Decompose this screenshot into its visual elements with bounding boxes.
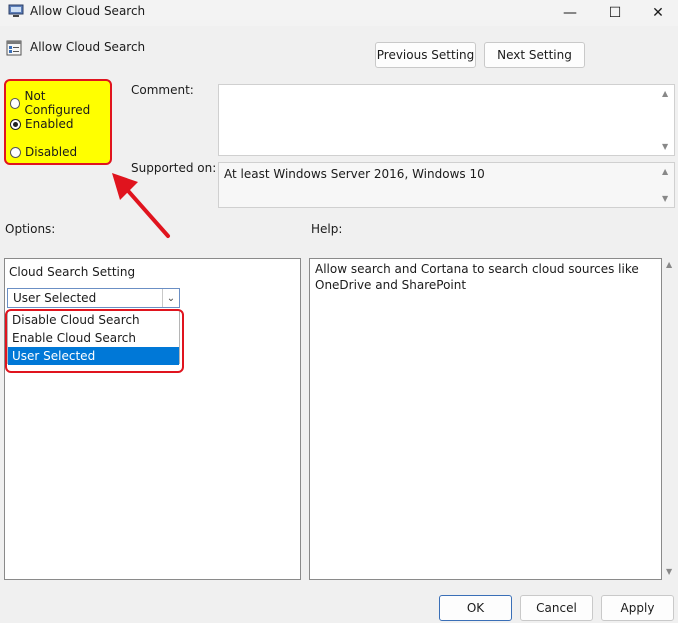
comment-label: Comment: [131,83,194,97]
cloud-search-setting-label: Cloud Search Setting [9,265,136,279]
radio-circle [10,97,21,109]
previous-setting-button[interactable]: Previous Setting [375,42,476,68]
maximize-icon: ☐ [608,5,622,21]
comment-field[interactable]: ▲ ▼ [218,84,675,156]
cloud-search-dropdown[interactable]: User Selected ⌄ [7,288,180,308]
annotation-outline [5,309,184,373]
scroll-down-icon[interactable]: ▼ [666,567,672,576]
supported-on-value: At least Windows Server 2016, Windows 10 [224,167,485,181]
state-radio-group: Not Configured Enabled Disabled [4,79,112,165]
scroll-up-icon[interactable]: ▲ [662,167,668,176]
help-label: Help: [311,222,343,236]
next-setting-button[interactable]: Next Setting [484,42,585,68]
policy-app-icon [8,4,24,17]
minimize-button[interactable]: — [550,0,590,26]
policy-name: Allow Cloud Search [30,40,146,54]
cancel-button[interactable]: Cancel [520,595,593,621]
dropdown-selected-value: User Selected [13,291,97,305]
maximize-button[interactable]: ☐ [595,0,635,26]
radio-circle [10,146,21,158]
policy-setting-icon [6,40,22,56]
help-panel: Allow search and Cortana to search cloud… [309,258,662,580]
radio-label: Not Configured [24,89,91,117]
scroll-up-icon[interactable]: ▲ [662,89,668,98]
radio-label: Enabled [25,117,74,131]
ok-button[interactable]: OK [439,595,512,621]
close-button[interactable]: ✕ [638,0,678,26]
annotation-arrow-icon [112,173,170,238]
radio-disabled[interactable]: Disabled [10,145,77,159]
scroll-down-icon[interactable]: ▼ [662,194,668,203]
minimize-icon: — [563,5,577,21]
apply-button[interactable]: Apply [601,595,674,621]
supported-on-label: Supported on: [131,161,217,175]
supported-scrollbar[interactable]: ▲ ▼ [660,163,674,207]
close-icon: ✕ [652,5,664,21]
radio-label: Disabled [25,145,78,159]
comment-scrollbar[interactable]: ▲ ▼ [660,85,674,155]
scroll-down-icon[interactable]: ▼ [662,142,668,151]
radio-not-configured[interactable]: Not Configured [10,89,110,117]
options-label: Options: [5,222,56,236]
chevron-down-icon[interactable]: ⌄ [162,289,179,307]
window-title: Allow Cloud Search [30,4,146,18]
help-scrollbar[interactable]: ▲ ▼ [664,258,678,580]
radio-circle-checked [10,118,21,130]
title-bar: Allow Cloud Search — ☐ ✕ [0,0,678,26]
radio-enabled[interactable]: Enabled [10,117,74,131]
scroll-up-icon[interactable]: ▲ [666,260,672,269]
supported-on-field: At least Windows Server 2016, Windows 10… [218,162,675,208]
help-text: Allow search and Cortana to search cloud… [315,262,639,292]
